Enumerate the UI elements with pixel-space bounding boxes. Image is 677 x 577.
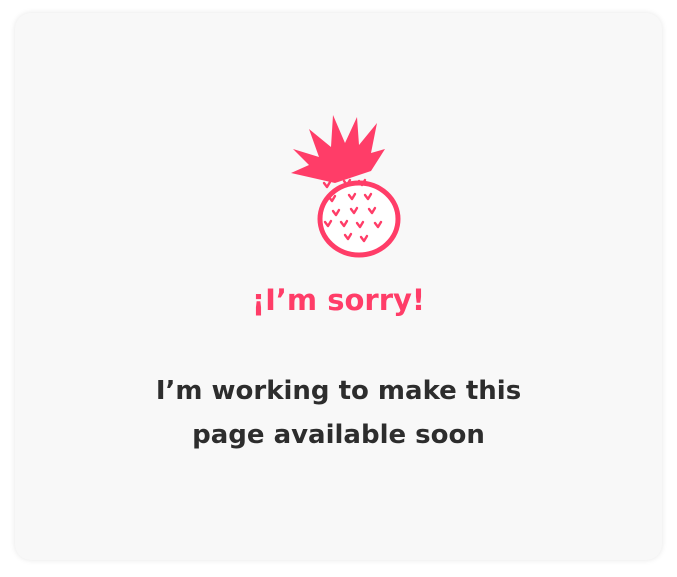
error-message-line-2: page available soon	[192, 420, 485, 450]
pineapple-icon	[291, 115, 401, 258]
error-title: ¡I’m sorry!	[251, 283, 426, 317]
notice-card: ¡I’m sorry! I’m working to make this pag…	[15, 13, 662, 560]
error-message-line-1: I’m working to make this	[155, 376, 522, 406]
error-message: I’m working to make this page available …	[15, 369, 662, 457]
